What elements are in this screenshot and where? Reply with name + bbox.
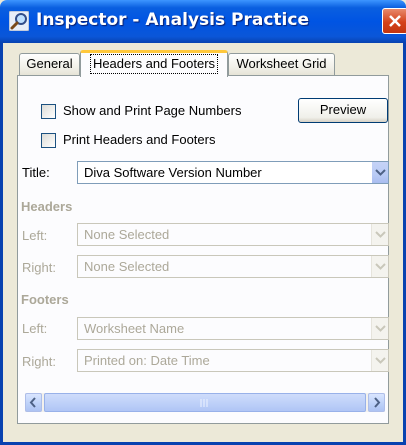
title-label: Title: — [22, 165, 50, 180]
magnifier-icon — [8, 10, 30, 32]
tab-general[interactable]: General — [19, 53, 80, 75]
tab-worksheet-grid[interactable]: Worksheet Grid — [228, 53, 335, 75]
tab-worksheet-grid-label: Worksheet Grid — [236, 56, 327, 71]
show-page-numbers-checkbox[interactable] — [41, 104, 56, 119]
chevron-down-icon — [375, 263, 386, 270]
footers-right-select[interactable]: Printed on: Date Time — [77, 349, 389, 372]
window-title: Inspector - Analysis Practice — [36, 10, 309, 30]
tab-general-label: General — [26, 56, 73, 71]
headers-left-label: Left: — [22, 228, 48, 243]
title-select[interactable]: Diva Software Version Number — [77, 161, 389, 184]
chevron-down-icon — [375, 357, 386, 364]
print-headers-footers-checkbox[interactable] — [41, 133, 56, 148]
close-button[interactable] — [382, 8, 406, 34]
scroll-thumb[interactable] — [44, 393, 366, 412]
grip-icon — [200, 399, 208, 407]
headers-left-select[interactable]: None Selected — [77, 223, 389, 246]
close-icon — [389, 15, 401, 27]
chevron-down-icon — [375, 325, 386, 332]
footers-left-select[interactable]: Worksheet Name — [77, 317, 389, 340]
headers-right-label: Right: — [22, 260, 56, 275]
headers-right-value: None Selected — [84, 259, 170, 274]
headers-right-dropdown-button[interactable] — [371, 256, 388, 277]
footers-left-dropdown-button[interactable] — [371, 318, 388, 339]
preview-button[interactable]: Preview — [298, 98, 388, 123]
chevron-right-icon — [374, 397, 381, 408]
footers-left-value: Worksheet Name — [84, 321, 185, 336]
headers-right-select[interactable]: None Selected — [77, 255, 389, 278]
headers-left-dropdown-button[interactable] — [371, 224, 388, 245]
title-bar[interactable]: Inspector - Analysis Practice — [0, 0, 406, 43]
chevron-down-icon — [375, 169, 386, 176]
tab-headers-and-footers[interactable]: Headers and Footers — [80, 50, 228, 77]
footers-left-label: Left: — [22, 321, 48, 336]
chevron-left-icon — [29, 397, 36, 408]
footers-right-label: Right: — [22, 354, 56, 369]
tab-headers-and-footers-label: Headers and Footers — [89, 54, 219, 74]
footers-heading: Footers — [21, 292, 69, 307]
chevron-down-icon — [375, 231, 386, 238]
horizontal-scrollbar[interactable] — [25, 393, 385, 412]
footers-right-value: Printed on: Date Time — [84, 353, 210, 368]
print-headers-footers-label: Print Headers and Footers — [63, 132, 216, 147]
scroll-right-button[interactable] — [368, 393, 385, 412]
title-select-value: Diva Software Version Number — [84, 165, 262, 180]
headers-heading: Headers — [21, 199, 73, 214]
headers-left-value: None Selected — [84, 227, 170, 242]
scroll-left-button[interactable] — [25, 393, 42, 412]
footers-right-dropdown-button[interactable] — [371, 350, 388, 371]
show-page-numbers-label: Show and Print Page Numbers — [63, 103, 242, 118]
title-dropdown-button[interactable] — [371, 162, 388, 183]
